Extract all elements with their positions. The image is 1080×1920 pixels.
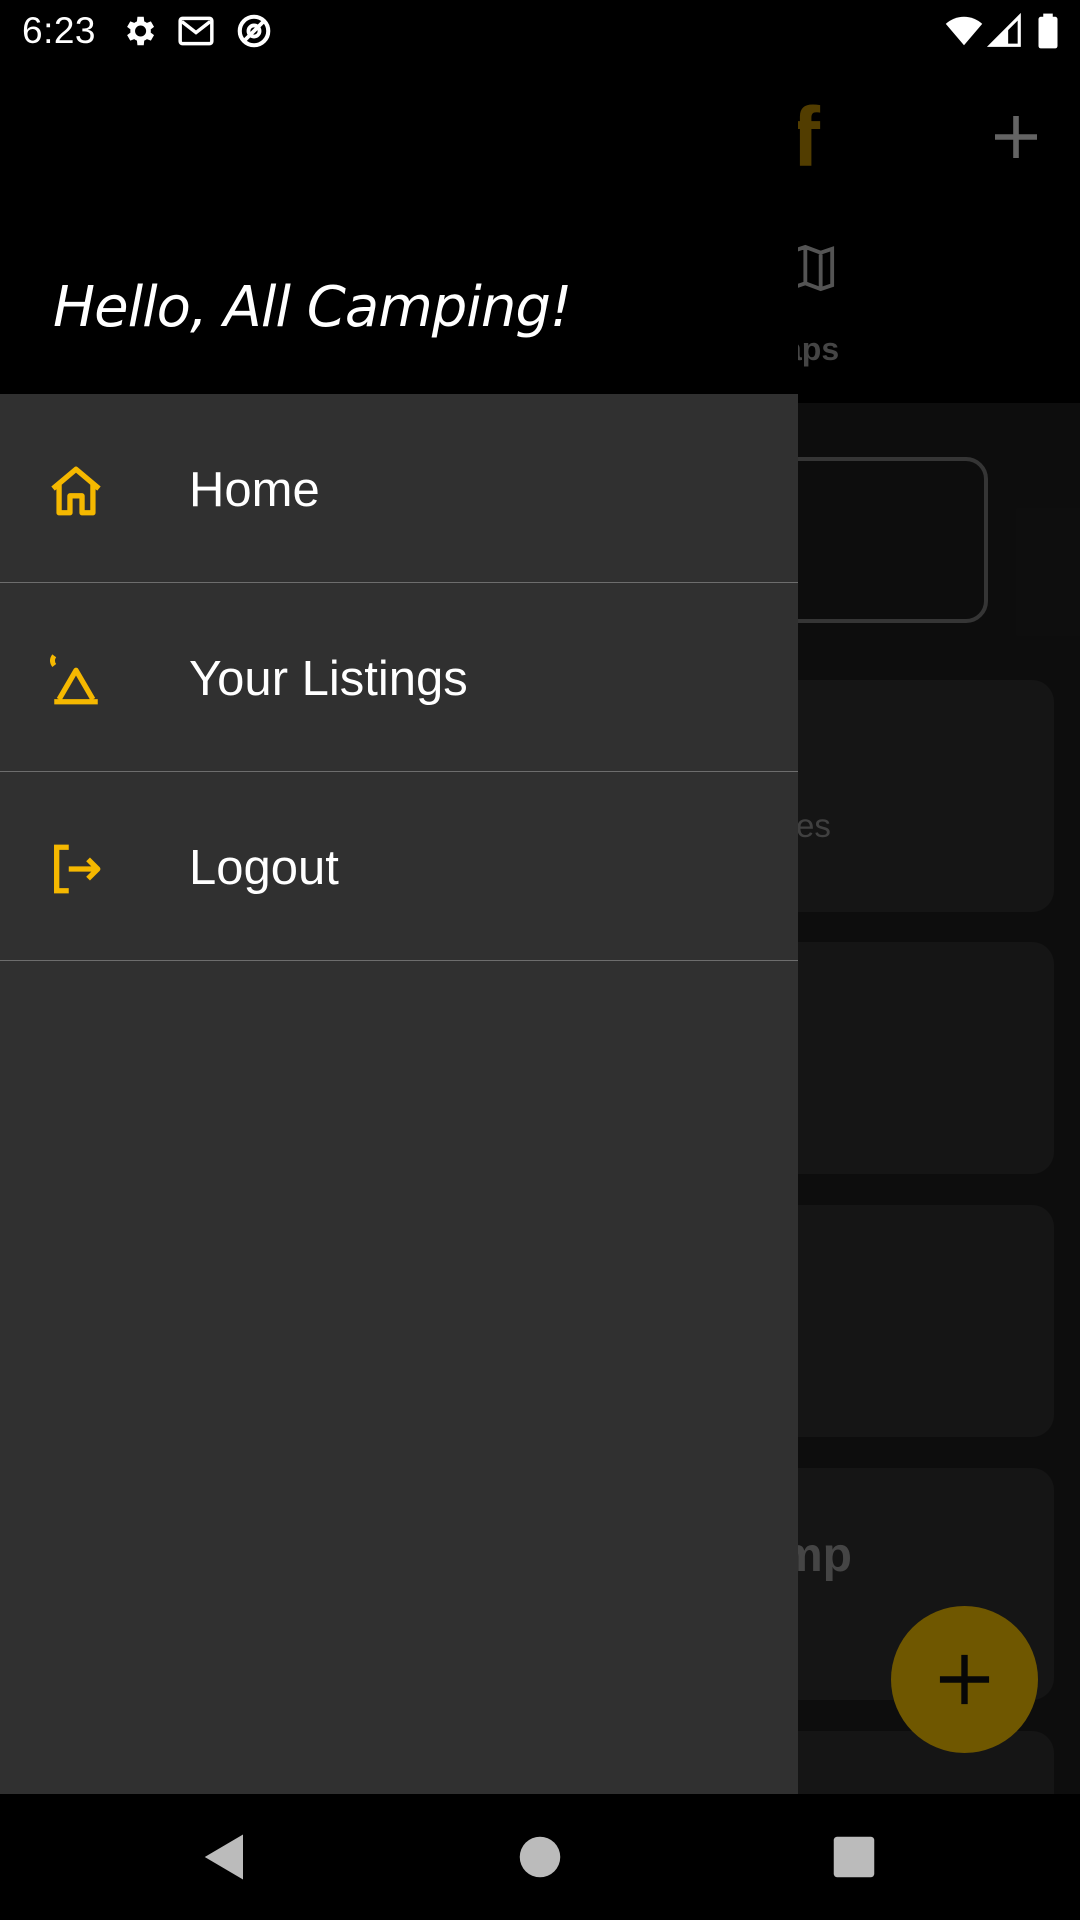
drawer-greeting: Hello, All Camping! xyxy=(53,275,572,340)
system-nav-bar xyxy=(0,1794,1080,1920)
drawer-header: Hello, All Camping! xyxy=(0,63,798,394)
drawer-item-label: Your Listings xyxy=(189,652,468,706)
wifi-icon xyxy=(945,16,983,46)
drawer-item-your-listings[interactable]: Your Listings xyxy=(0,583,798,772)
status-time: 6:23 xyxy=(22,10,97,51)
recents-icon[interactable] xyxy=(827,1830,881,1884)
back-icon[interactable] xyxy=(198,1830,252,1884)
navigation-drawer: Hello, All Camping! Home Your Listings L… xyxy=(0,63,798,1794)
signal-icon xyxy=(986,12,1021,47)
tent-icon xyxy=(50,654,98,705)
drawer-item-label: Home xyxy=(189,463,320,517)
gear-icon xyxy=(127,16,155,46)
logout-icon xyxy=(54,844,101,894)
gmail-icon xyxy=(178,16,214,46)
drawer-item-logout[interactable]: Logout xyxy=(0,772,798,961)
home-icon xyxy=(51,466,101,516)
status-bar: 6:23 xyxy=(0,0,1080,63)
battery-icon xyxy=(1038,13,1058,49)
drawer-item-label: Logout xyxy=(189,841,339,895)
home-circle-icon[interactable] xyxy=(513,1830,567,1884)
drawer-item-home[interactable]: Home xyxy=(0,394,798,583)
data-saver-icon xyxy=(237,14,271,48)
